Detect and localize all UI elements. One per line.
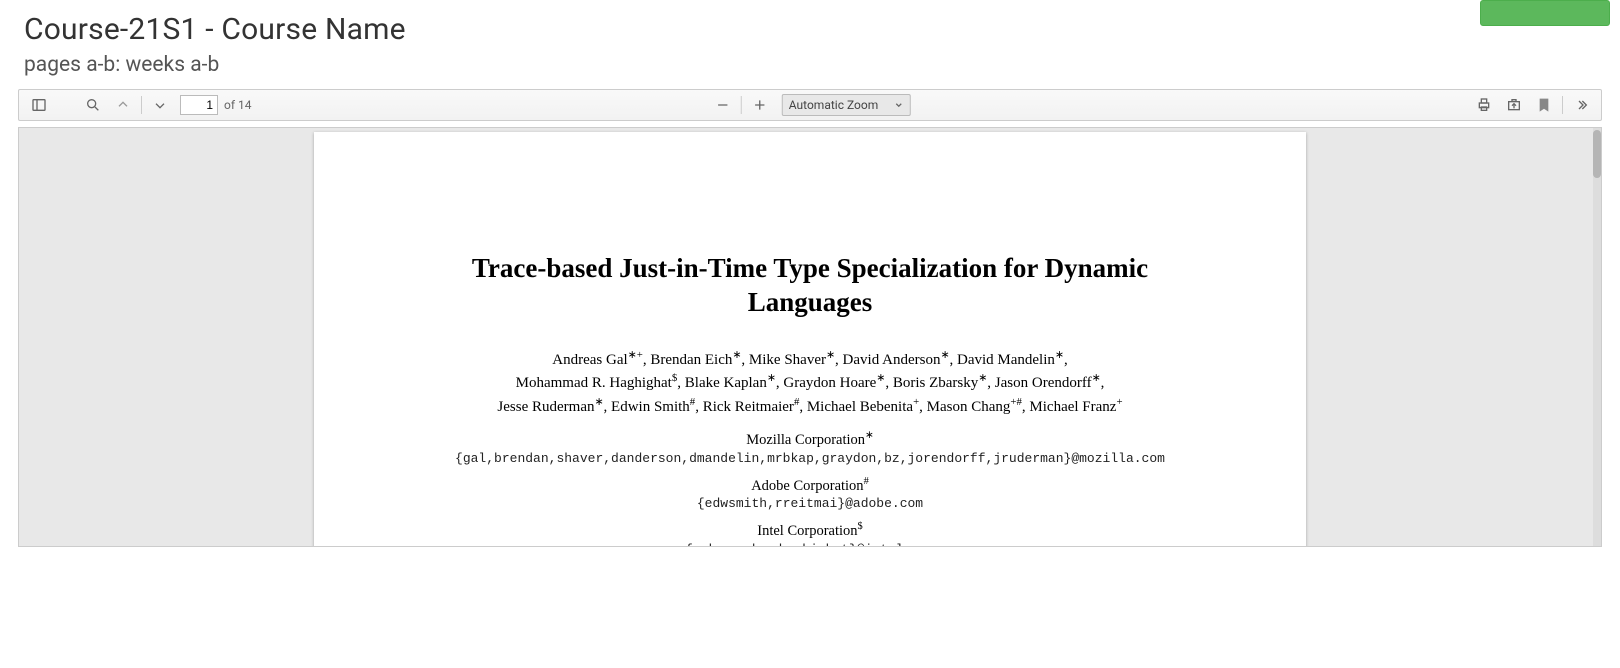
affiliation-name: Intel Corporation$	[314, 521, 1306, 540]
chevron-down-icon	[894, 100, 904, 110]
affiliation-email: {edwsmith,rreitmai}@adobe.com	[314, 496, 1306, 511]
paper-affiliation: Adobe Corporation#{edwsmith,rreitmai}@ad…	[314, 476, 1306, 512]
toolbar-right-group	[1470, 92, 1595, 118]
zoom-out-icon[interactable]	[709, 92, 737, 118]
affiliation-name: Adobe Corporation#	[314, 476, 1306, 495]
course-title: Course-21S1 - Course Name	[24, 12, 1596, 47]
pdf-scrollbar-thumb[interactable]	[1593, 130, 1601, 178]
pdf-toolbar: of 14 Automatic Zoom	[18, 89, 1602, 121]
zoom-select-label: Automatic Zoom	[789, 98, 878, 112]
next-page-icon[interactable]	[146, 92, 174, 118]
zoom-controls: Automatic Zoom	[709, 92, 911, 118]
sidebar-toggle-icon[interactable]	[25, 92, 53, 118]
toolbar-separator	[741, 96, 742, 114]
pdf-viewport[interactable]: Trace-based Just-in-Time Type Specializa…	[18, 127, 1602, 547]
tools-menu-icon[interactable]	[1567, 92, 1595, 118]
toolbar-separator	[141, 96, 142, 114]
paper-title: Trace-based Just-in-Time Type Specializa…	[314, 252, 1306, 320]
prev-page-icon[interactable]	[109, 92, 137, 118]
open-file-icon[interactable]	[1500, 92, 1528, 118]
zoom-select[interactable]: Automatic Zoom	[782, 94, 911, 116]
affiliation-name: Mozilla Corporation∗	[314, 429, 1306, 449]
paper-authors: Andreas Gal∗+, Brendan Eich∗, Mike Shave…	[314, 348, 1306, 419]
affiliation-email: {mohammad.r.haghighat}@intel.com	[314, 542, 1306, 547]
zoom-in-icon[interactable]	[746, 92, 774, 118]
toolbar-separator	[1562, 96, 1563, 114]
affiliation-email: {gal,brendan,shaver,danderson,dmandelin,…	[314, 451, 1306, 466]
paper-affiliation: Intel Corporation$ {mohammad.r.haghighat}…	[314, 521, 1306, 547]
bookmark-icon[interactable]	[1530, 92, 1558, 118]
print-icon[interactable]	[1470, 92, 1498, 118]
page-header: Course-21S1 - Course Name pages a-b: wee…	[0, 0, 1620, 85]
pdf-scrollbar[interactable]	[1593, 128, 1601, 546]
search-icon[interactable]	[79, 92, 107, 118]
course-action-button[interactable]	[1480, 0, 1610, 26]
page-count-label: of 14	[224, 98, 251, 112]
pdf-page: Trace-based Just-in-Time Type Specializa…	[314, 132, 1306, 547]
paper-affiliation: Mozilla Corporation∗ {gal,brendan,shaver,…	[314, 429, 1306, 466]
page-number-input[interactable]	[180, 95, 218, 115]
page-subheading: pages a-b: weeks a-b	[24, 53, 1596, 77]
